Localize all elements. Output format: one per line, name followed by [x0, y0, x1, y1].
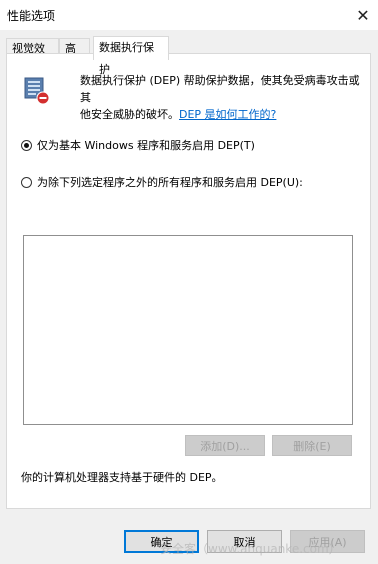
radio-all-except-label: 为除下列选定程序之外的所有程序和服务启用 DEP(U):: [37, 176, 303, 189]
radio-all-except-button[interactable]: [21, 176, 32, 188]
dep-description: 数据执行保护 (DEP) 帮助保护数据，使其免受病毒攻击或其 他安全威胁的破坏。…: [80, 72, 365, 123]
description-line2: 他安全威胁的破坏。: [80, 108, 179, 121]
title-bar: 性能选项 ✕: [0, 0, 378, 30]
add-button[interactable]: 添加(D)...: [185, 435, 265, 456]
close-icon: ✕: [356, 5, 370, 25]
ok-button[interactable]: 确定: [124, 530, 199, 553]
hardware-dep-text: 你的计算机处理器支持基于硬件的 DEP。: [21, 471, 223, 484]
radio-all-except[interactable]: 为除下列选定程序之外的所有程序和服务启用 DEP(U):: [21, 174, 303, 190]
how-dep-works-link[interactable]: DEP 是如何工作的?: [179, 108, 276, 121]
dep-tab-panel: 数据执行保护 (DEP) 帮助保护数据，使其免受病毒攻击或其 他安全威胁的破坏。…: [6, 53, 371, 509]
radio-essential-programs[interactable]: 仅为基本 Windows 程序和服务启用 DEP(T): [21, 137, 255, 153]
remove-button[interactable]: 删除(E): [272, 435, 352, 456]
tab-dep[interactable]: 数据执行保护: [93, 36, 169, 76]
dialog-body: 视觉效果 高级 数据执行保护 数据执行保护 (DEP) 帮助保护数据，使其免受病…: [0, 30, 378, 564]
window-title: 性能选项: [7, 9, 56, 23]
radio-essential-button[interactable]: [21, 139, 32, 151]
cancel-button[interactable]: 取消: [207, 530, 282, 553]
radio-essential-label: 仅为基本 Windows 程序和服务启用 DEP(T): [37, 139, 255, 152]
close-button[interactable]: ✕: [348, 0, 378, 30]
description-line1: 数据执行保护 (DEP) 帮助保护数据，使其免受病毒攻击或其: [80, 74, 360, 104]
shield-doc-icon: [24, 77, 50, 105]
program-exclusion-list[interactable]: [23, 235, 353, 425]
apply-button[interactable]: 应用(A): [290, 530, 365, 553]
